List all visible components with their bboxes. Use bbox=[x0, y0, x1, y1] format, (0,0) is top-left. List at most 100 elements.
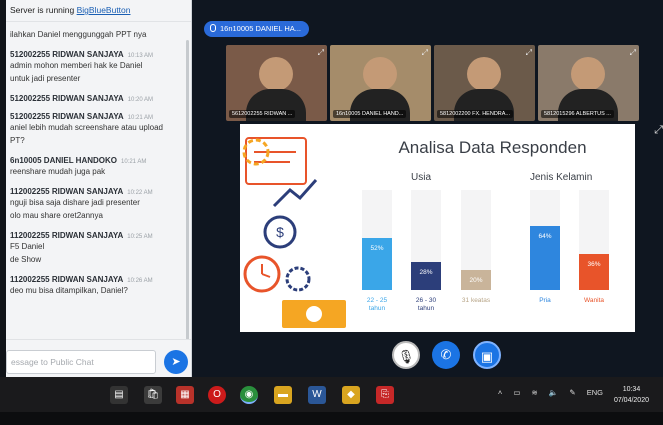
opera-icon[interactable]: O bbox=[208, 386, 226, 404]
bar-value-label: 52% bbox=[370, 245, 383, 252]
public-chat-panel: Server is running BigBlueButton ilahkan … bbox=[6, 0, 192, 383]
pdf-reader-icon[interactable]: ⎘ bbox=[376, 386, 394, 404]
leave-audio-button[interactable]: ✆ bbox=[432, 341, 460, 369]
expand-icon[interactable]: ⤢ bbox=[526, 48, 532, 58]
video-tile[interactable]: ⤢ 5812015296 ALBERTUS ... bbox=[538, 45, 639, 121]
chat-message: 512002255 RIDWAN SANJAYA 10:21 AM aniel le… bbox=[6, 106, 191, 150]
money-bill-circle bbox=[306, 306, 322, 322]
message-text: reenshare mudah juga pak bbox=[10, 167, 106, 176]
notice-text: Server is running bbox=[10, 5, 77, 15]
share-camera-button[interactable]: ▣ bbox=[473, 341, 501, 369]
app-shield-icon[interactable]: ◆ bbox=[342, 386, 360, 404]
message-time: 10:21 AM bbox=[121, 159, 147, 165]
chat-welcome-notice: Server is running BigBlueButton bbox=[6, 0, 191, 22]
bar-value-label: 36% bbox=[587, 261, 600, 268]
message-text: olo mau share oret2annya bbox=[10, 211, 103, 220]
chat-message: 112002255 RIDWAN SANJAYA 10:25 AM F5 Danie… bbox=[6, 225, 191, 269]
system-tray: ˄ ▭ ≋ 🔈 ✎ ENG bbox=[489, 388, 603, 397]
mute-button[interactable]: 🎙 bbox=[392, 341, 420, 369]
task-view-icon[interactable]: ▤ bbox=[110, 386, 128, 404]
participant-face bbox=[571, 57, 605, 91]
message-text: aniel lebih mudah screenshare atau uploa… bbox=[10, 123, 163, 132]
chat-sender: 512002255 RIDWAN SANJAYA 10:21 AM bbox=[10, 112, 187, 121]
wifi-icon[interactable]: ≋ bbox=[532, 388, 538, 397]
bar bbox=[579, 254, 609, 290]
chrome-icon[interactable]: ◉ bbox=[240, 386, 258, 404]
participant-face bbox=[259, 57, 293, 91]
message-text: nguji bisa saja dishare jadi presenter bbox=[10, 198, 140, 207]
message-time: 10:26 AM bbox=[127, 278, 153, 284]
message-text: ilahkan Daniel menggunggah PPT nya bbox=[10, 30, 147, 39]
volume-icon[interactable]: 🔈 bbox=[549, 388, 558, 397]
chat-message: 112002255 RIDWAN SANJAYA 10:22 AM nguji bi… bbox=[6, 181, 191, 225]
chevron-up-icon[interactable]: ˄ bbox=[498, 388, 502, 397]
mic-muted-icon: 🎙 bbox=[397, 349, 415, 364]
sender-name: 512002255 RIDWAN SANJAYA bbox=[10, 50, 124, 59]
category-label: 22 - 25 bbox=[367, 297, 388, 304]
sender-name: 512002255 RIDWAN SANJAYA bbox=[10, 94, 124, 103]
message-text: PT? bbox=[10, 136, 25, 145]
slide-title: Analisa Data Responden bbox=[398, 138, 587, 157]
message-text: F5 Daniel bbox=[10, 242, 45, 251]
participant-name: 5612002255 RIDWAN ... bbox=[229, 110, 296, 118]
clock[interactable]: 10:34 07/04/2020 bbox=[614, 384, 649, 406]
windows-taskbar: ▤ 🛍 ▦ O ◉ ▬ W ◆ ⎘ ˄ ▭ ≋ 🔈 ✎ ENG 10:34 07… bbox=[0, 377, 663, 412]
expand-icon[interactable]: ⤢ bbox=[318, 48, 324, 58]
sender-name: 112002255 RIDWAN SANJAYA bbox=[10, 187, 124, 196]
chat-scrollbar[interactable] bbox=[186, 40, 189, 340]
presentation-slide: $52% 22 - 25 tahun 28% 26 - 30 tahun 20% 31 kea… bbox=[240, 124, 635, 332]
video-tile[interactable]: ⤢ 5612002255 RIDWAN ... bbox=[226, 45, 327, 121]
chat-message: 112002255 RIDWAN SANJAYA 10:26 AM deo mu b… bbox=[6, 269, 191, 300]
expand-icon[interactable]: ⤢ bbox=[630, 48, 636, 58]
bbb-link[interactable]: BigBlueButton bbox=[77, 5, 131, 15]
fullscreen-icon[interactable]: ⤢ bbox=[654, 124, 663, 137]
chat-message-input[interactable]: essage to Public Chat bbox=[6, 350, 156, 374]
group-label-jenis-kelamin: Jenis Kelamin bbox=[530, 172, 593, 183]
bar bbox=[411, 262, 441, 290]
store-icon[interactable]: 🛍 bbox=[144, 386, 162, 404]
message-text: untuk jadi presenter bbox=[10, 74, 81, 83]
presentation-stage: 16n10005 DANIEL HA... ⤢ 5612002255 RIDWAN… bbox=[192, 0, 663, 383]
message-time: 10:20 AM bbox=[127, 97, 154, 103]
chat-sender: 512002255 RIDWAN SANJAYA 10:13 AM bbox=[10, 50, 187, 59]
sender-name: 512002255 RIDWAN SANJAYA bbox=[10, 112, 124, 121]
chat-sender: 112002255 RIDWAN SANJAYA 10:26 AM bbox=[10, 275, 187, 284]
chat-message: ilahkan Daniel menggunggah PPT nya bbox=[6, 22, 191, 44]
category-label: tahun bbox=[369, 305, 386, 312]
chat-message: 512002255 RIDWAN SANJAYA 10:13 AM admin mo… bbox=[6, 44, 191, 88]
language-indicator[interactable]: ENG bbox=[587, 388, 603, 397]
video-tile[interactable]: ⤢ 16n10005 DANIEL HAND... bbox=[330, 45, 431, 121]
chat-sender: 512002255 RIDWAN SANJAYA 10:20 AM bbox=[10, 94, 187, 103]
file-explorer-icon[interactable]: ▬ bbox=[274, 386, 292, 404]
gift-app-icon[interactable]: ▦ bbox=[176, 386, 194, 404]
category-label: 31 keatas bbox=[462, 297, 491, 304]
gear-icon bbox=[285, 266, 311, 292]
chat-message: 6n10005 DANIEL HANDOKO 10:21 AM reenshare … bbox=[6, 150, 191, 181]
sender-name: 112002255 RIDWAN SANJAYA bbox=[10, 231, 124, 240]
clock-hand bbox=[261, 273, 271, 278]
chat-sender: 6n10005 DANIEL HANDOKO 10:21 AM bbox=[10, 156, 187, 165]
category-label: Wanita bbox=[584, 297, 604, 304]
clock-time: 10:34 bbox=[622, 386, 641, 393]
category-label: Pria bbox=[539, 297, 551, 304]
monitor-bezel bbox=[0, 412, 663, 425]
video-tile[interactable]: ⤢ 5812002200 FX. HENDRA... bbox=[434, 45, 535, 121]
battery-icon[interactable]: ▭ bbox=[513, 388, 520, 397]
mic-icon bbox=[210, 24, 216, 32]
chat-messages: ilahkan Daniel menggunggah PPT nya 512002… bbox=[6, 22, 191, 300]
category-label: 26 - 30 bbox=[416, 297, 437, 304]
presenter-badge: 16n10005 DANIEL HA... bbox=[204, 21, 310, 37]
phone-icon: ✆ bbox=[440, 347, 452, 362]
send-button[interactable]: ➤ bbox=[164, 350, 188, 374]
pen-icon[interactable]: ✎ bbox=[569, 388, 575, 397]
chat-sender: 112002255 RIDWAN SANJAYA 10:25 AM bbox=[10, 231, 187, 240]
sender-name: 6n10005 DANIEL HANDOKO bbox=[10, 156, 117, 165]
message-text: deo mu bisa ditampilkan, Daniel? bbox=[10, 286, 128, 295]
bar-value-label: 20% bbox=[469, 277, 482, 284]
message-text: de Show bbox=[10, 255, 42, 264]
category-label: tahun bbox=[418, 305, 435, 312]
clock-date: 07/04/2020 bbox=[613, 397, 649, 404]
expand-icon[interactable]: ⤢ bbox=[422, 48, 428, 58]
word-icon[interactable]: W bbox=[308, 386, 326, 404]
message-time: 10:25 AM bbox=[127, 234, 153, 240]
